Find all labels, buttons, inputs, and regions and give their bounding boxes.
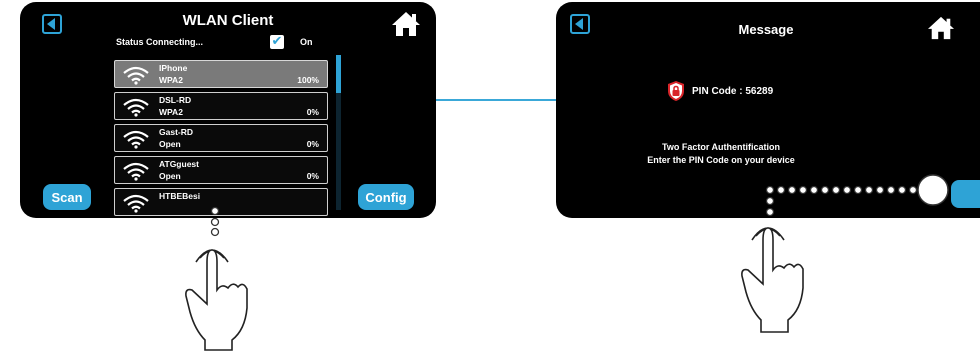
swipe-knob[interactable] xyxy=(917,174,949,206)
swipe-path-dots xyxy=(210,206,220,237)
swipe-path-dots xyxy=(765,185,918,217)
touch-hand-icon xyxy=(185,249,248,351)
touch-hand-icon xyxy=(741,227,804,333)
gesture-overlay xyxy=(185,174,949,351)
